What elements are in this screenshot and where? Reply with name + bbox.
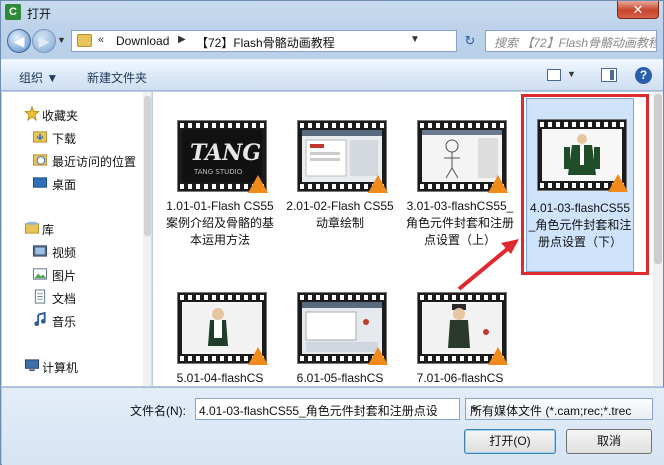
back-button[interactable]: ◀	[7, 29, 31, 53]
sidebar-item-downloads[interactable]: 下载	[2, 127, 142, 147]
svg-text:TANG STUDIO: TANG STUDIO	[193, 168, 243, 176]
navigation-pane: 收藏夹 下载 最近访问的位置 桌面 库 视频 图片 文档 音乐 计算机	[2, 92, 152, 386]
sidebar-item-label: 音乐	[52, 315, 77, 329]
open-file-dialog: C 打开 ✕ ◀ ▶ ▼ « Download ▶ 【72】Flash骨骼动画教…	[0, 0, 664, 465]
sidebar-item-label: 收藏夹	[42, 109, 79, 123]
address-bar[interactable]: « Download ▶ 【72】Flash骨骼动画教程 ▼	[71, 30, 457, 52]
file-item[interactable]: 6.01-05-flashCS	[285, 292, 395, 386]
sidebar-item-label: 最近访问的位置	[52, 155, 137, 169]
sidebar-item-label: 计算机	[42, 361, 79, 375]
close-button[interactable]: ✕	[617, 1, 659, 19]
recent-places-icon	[32, 154, 48, 166]
video-thumbnail	[417, 120, 508, 193]
desktop-icon	[32, 177, 48, 188]
navigation-scrollbar[interactable]	[143, 92, 151, 386]
file-type-select[interactable]: 所有媒体文件 (*.cam;rec;*.trec ▼	[465, 398, 653, 420]
vlc-cone-icon	[488, 347, 508, 365]
svg-text:TANG: TANG	[190, 140, 261, 166]
search-input[interactable]: 搜索 【72】Flash骨骼动画教程	[485, 30, 657, 52]
music-library-icon	[34, 312, 46, 327]
file-item[interactable]: 3.01-03-flashCS55_角色元件封套和注册点设置（上）	[405, 120, 515, 270]
file-name: 3.01-03-flashCS55_角色元件封套和注册点设置（上）	[405, 199, 514, 247]
vlc-cone-icon	[488, 175, 508, 193]
breadcrumb-download[interactable]: Download	[116, 34, 169, 48]
sidebar-item-desktop[interactable]: 桌面	[2, 173, 142, 193]
sidebar-item-favorites[interactable]: 收藏夹	[2, 104, 142, 124]
sidebar-item-recent-places[interactable]: 最近访问的位置	[2, 150, 142, 170]
breadcrumb-current-folder[interactable]: 【72】Flash骨骼动画教程	[196, 34, 335, 51]
documents-library-icon	[34, 289, 46, 304]
organize-menu[interactable]: 组织 ▼	[19, 69, 58, 86]
sidebar-item-videos[interactable]: 视频	[2, 241, 142, 261]
refresh-icon[interactable]: ↻	[461, 31, 479, 51]
sidebar-item-label: 下载	[52, 132, 77, 146]
file-pane-scrollbar[interactable]	[653, 92, 663, 386]
vlc-cone-icon	[248, 175, 268, 193]
camtasia-app-icon: C	[5, 4, 21, 20]
breadcrumb-overflow[interactable]: «	[98, 34, 104, 46]
file-name: 6.01-05-flashCS	[296, 371, 384, 385]
highlight-box	[521, 94, 649, 275]
file-name: 5.01-04-flashCS	[176, 371, 264, 385]
video-thumbnail	[297, 120, 388, 193]
file-name: 2.01-02-Flash CS55 动章绘制	[286, 199, 394, 230]
scrollbar-thumb[interactable]	[144, 96, 151, 236]
video-thumbnail	[297, 292, 388, 365]
window-title: 打开	[27, 7, 52, 21]
change-view-icon[interactable]	[547, 69, 561, 81]
forward-button[interactable]: ▶	[32, 29, 56, 53]
file-name: 7.01-06-flashCS	[416, 371, 504, 385]
sidebar-item-label: 库	[42, 223, 55, 237]
filename-field[interactable]: 4.01-03-flashCS55_角色元件封套和注册点设	[195, 398, 460, 420]
sidebar-item-documents[interactable]: 文档	[2, 287, 142, 307]
star-icon	[24, 106, 40, 121]
command-toolbar: 组织 ▼ 新建文件夹 ▼ ?	[1, 59, 663, 91]
recent-locations-dropdown-icon[interactable]: ▼	[57, 35, 66, 45]
video-thumbnail: TANG TANG STUDIO	[177, 120, 268, 193]
cancel-button[interactable]: 取消	[566, 429, 652, 454]
filename-value: 4.01-03-flashCS55_角色元件封套和注册点设	[199, 404, 438, 418]
chevron-down-icon: ▼	[470, 404, 479, 414]
sidebar-item-label: 文档	[52, 292, 77, 306]
file-name: 1.01-01-Flash CS55 案例介绍及骨骼的基本运用方法	[165, 199, 274, 247]
sidebar-item-music[interactable]: 音乐	[2, 310, 142, 330]
download-folder-icon	[32, 131, 48, 143]
file-item[interactable]: 7.01-06-flashCS	[405, 292, 515, 386]
navigation-bar: ◀ ▶ ▼ « Download ▶ 【72】Flash骨骼动画教程 ▼ ↻ 搜…	[1, 25, 663, 57]
sidebar-item-libraries[interactable]: 库	[2, 218, 142, 238]
breadcrumb-separator-icon[interactable]: ▶	[178, 34, 186, 45]
scrollbar-thumb[interactable]	[654, 94, 662, 264]
open-button[interactable]: 打开(O)	[464, 429, 556, 454]
sidebar-item-label: 图片	[52, 269, 77, 283]
video-thumbnail	[417, 292, 508, 365]
sidebar-item-label: 桌面	[52, 178, 77, 192]
view-options-dropdown-icon[interactable]: ▼	[567, 69, 576, 79]
sidebar-item-computer[interactable]: 计算机	[2, 356, 142, 376]
sidebar-item-pictures[interactable]: 图片	[2, 264, 142, 284]
folder-icon	[77, 34, 92, 47]
filename-label: 文件名(N):	[130, 404, 186, 418]
computer-icon	[24, 359, 40, 372]
title-bar: C 打开 ✕	[1, 1, 663, 23]
library-icon	[24, 221, 40, 234]
preview-pane-icon[interactable]	[601, 68, 617, 82]
file-item[interactable]: TANG TANG STUDIO 1.01-01-Flash CS55 案例介绍…	[165, 120, 275, 270]
address-dropdown-icon[interactable]: ▼	[410, 34, 420, 45]
file-selection-area: 文件名(N): 4.01-03-flashCS55_角色元件封套和注册点设 所有…	[2, 387, 664, 465]
file-item[interactable]: 2.01-02-Flash CS55 动章绘制	[285, 120, 395, 270]
video-thumbnail	[177, 292, 268, 365]
sidebar-item-label: 视频	[52, 246, 77, 260]
vlc-cone-icon	[368, 347, 388, 365]
search-placeholder: 搜索 【72】Flash骨骼动画教程	[494, 36, 657, 50]
file-item[interactable]: 5.01-04-flashCS	[165, 292, 275, 386]
new-folder-button[interactable]: 新建文件夹	[87, 69, 147, 86]
help-icon[interactable]: ?	[635, 67, 652, 84]
video-library-icon	[32, 245, 48, 257]
vlc-cone-icon	[248, 347, 268, 365]
pictures-library-icon	[32, 268, 48, 280]
vlc-cone-icon	[368, 175, 388, 193]
